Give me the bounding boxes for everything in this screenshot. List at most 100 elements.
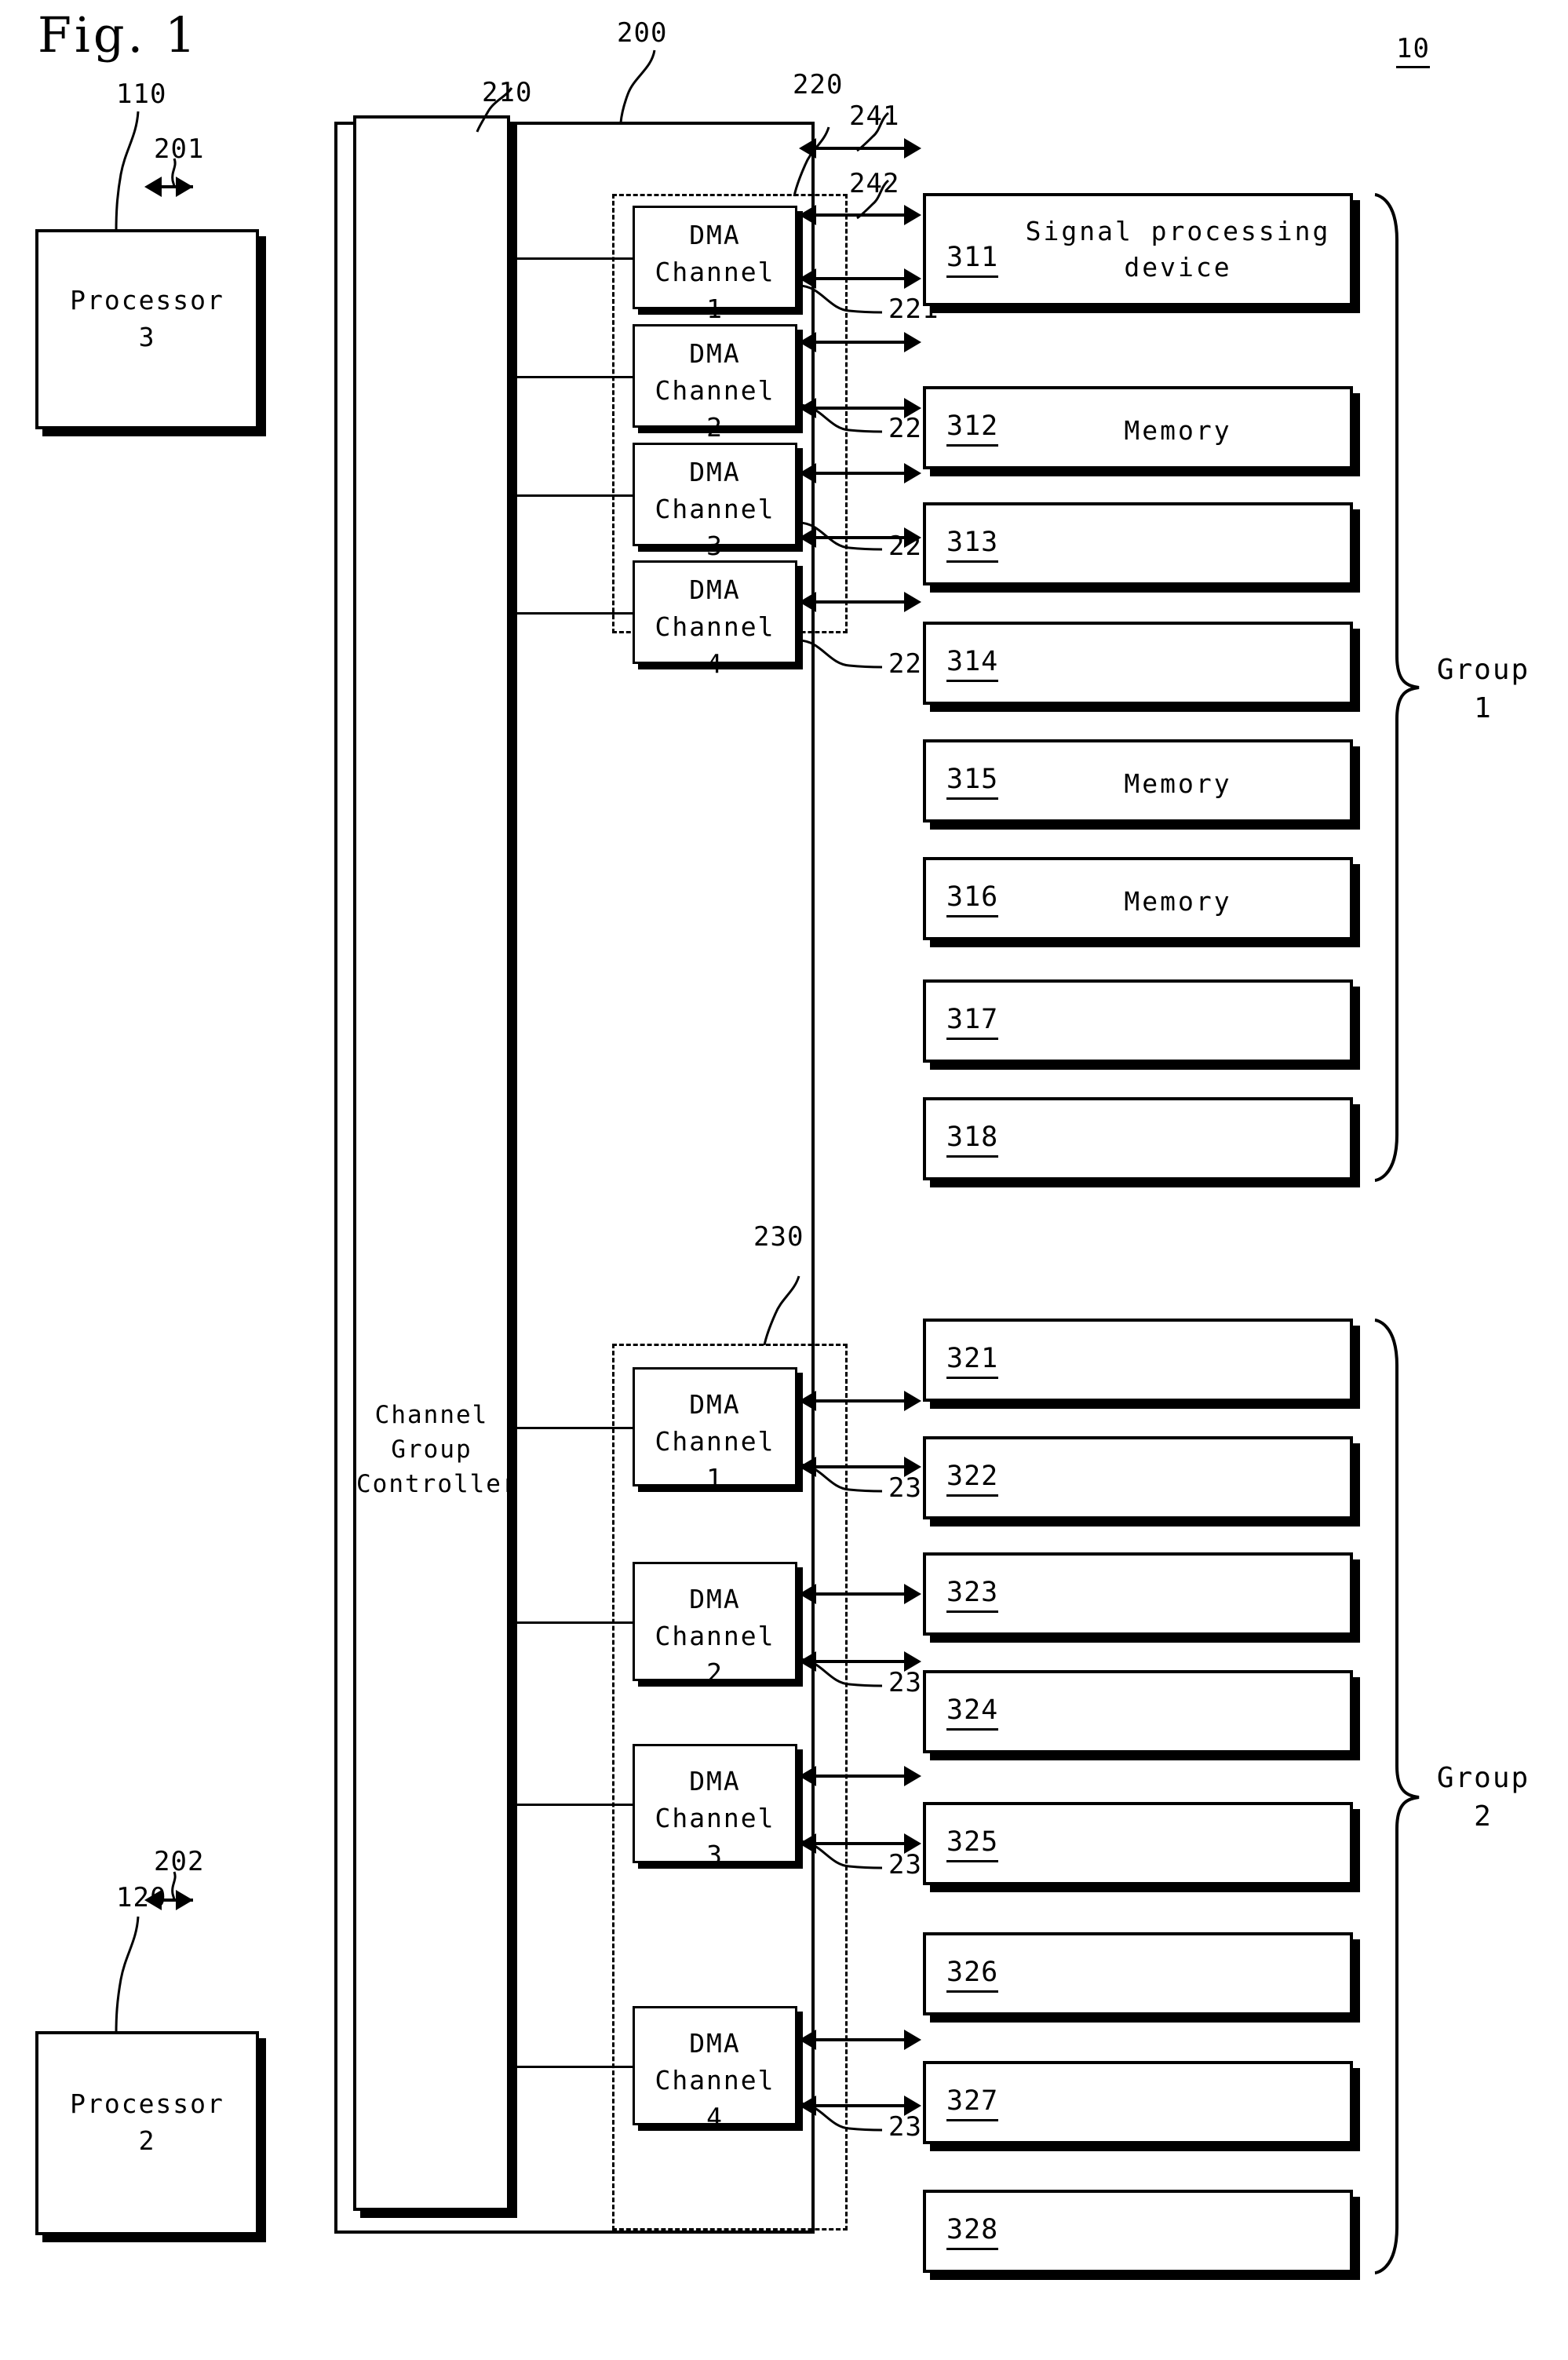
link-313-arrow-right [904, 268, 921, 289]
device-318-box: 318 [923, 1097, 1353, 1180]
device-317-box: 317 [923, 979, 1353, 1063]
device-325-ref: 325 [946, 1826, 999, 1862]
processor-3-box: Processor 3 [35, 229, 259, 429]
link-323-arrow-right [904, 1584, 921, 1604]
bus-201-arrow-left [144, 177, 162, 197]
device-316-ref: 316 [946, 881, 999, 917]
ref-230: 230 [753, 1221, 804, 1253]
link-316-line [815, 472, 909, 475]
ctrl-stub-1-3 [512, 494, 634, 497]
device-327-ref: 327 [946, 2085, 999, 2121]
device-313-ref: 313 [946, 527, 999, 563]
link-323-line [815, 1592, 909, 1596]
dma-channel-1-2-box: DMA Channel 2 [633, 324, 797, 443]
link-324-arrow-right [904, 1651, 921, 1672]
link-327-arrow-left [799, 2030, 816, 2050]
link-315-arrow-right [904, 398, 921, 418]
link-324-line [815, 1660, 909, 1663]
device-328-box: 328 [923, 2190, 1353, 2273]
link-322-line [815, 1465, 909, 1468]
dma-channel-1-3-box: DMA Channel 3 [633, 443, 797, 561]
device-315-label: Memory [1124, 768, 1232, 799]
device-324-ref: 324 [946, 1694, 999, 1731]
link-325-line [815, 1775, 909, 1778]
device-323-ref: 323 [946, 1577, 999, 1613]
link-326-line [815, 1842, 909, 1845]
device-315-box: 315 Memory [923, 739, 1353, 823]
ctrl-stub-2-3 [512, 1804, 634, 1806]
link-315-line [815, 407, 909, 410]
group-1-label: Group 1 [1436, 654, 1530, 724]
link-312-arrow-right [904, 205, 921, 225]
link-311-line [815, 147, 909, 150]
dma-channel-1-4-label: DMA Channel 4 [655, 574, 775, 679]
bus-202-arrow-left [144, 1890, 162, 1910]
link-316-arrow-right [904, 463, 921, 483]
link-323-arrow-left [799, 1584, 816, 1604]
device-322-ref: 322 [946, 1461, 999, 1497]
dma-channel-2-4-label: DMA Channel 4 [655, 2028, 775, 2132]
device-328-ref: 328 [946, 2214, 999, 2250]
dma-channel-2-3-label: DMA Channel 3 [655, 1766, 775, 1870]
link-324-arrow-left [799, 1651, 816, 1672]
link-318-arrow-right [904, 592, 921, 612]
device-311-box: 311 Signal processing device [923, 193, 1353, 306]
link-311-arrow-left [799, 138, 816, 159]
link-322-arrow-left [799, 1457, 816, 1477]
device-318-ref: 318 [946, 1122, 999, 1158]
link-312-line [815, 213, 909, 217]
link-328-line [815, 2104, 909, 2107]
device-315-ref: 315 [946, 764, 999, 800]
link-317-arrow-right [904, 527, 921, 548]
link-328-arrow-left [799, 2096, 816, 2116]
processor-3-label: Processor 3 [70, 285, 224, 352]
bus-202-arrow-right [176, 1890, 193, 1910]
processor-2-box: Processor 2 [35, 2031, 259, 2235]
device-314-ref: 314 [946, 646, 999, 682]
ctrl-stub-2-4 [512, 2066, 634, 2068]
link-314-line [815, 341, 909, 344]
ctrl-stub-1-1 [512, 257, 634, 260]
link-327-line [815, 2038, 909, 2041]
processor-2-label: Processor 2 [70, 2088, 224, 2156]
link-313-line [815, 277, 909, 280]
link-313-arrow-left [799, 268, 816, 289]
dma-channel-2-1-box: DMA Channel 1 [633, 1367, 797, 1494]
dma-channel-2-2-box: DMA Channel 2 [633, 1562, 797, 1688]
device-326-box: 326 [923, 1932, 1353, 2015]
channel-group-controller-box: Channel Group Controller [353, 115, 517, 2211]
ref-220: 220 [793, 69, 844, 100]
link-318-line [815, 600, 909, 604]
ref-242: 242 [849, 168, 900, 199]
device-316-label: Memory [1124, 886, 1232, 917]
ctrl-stub-1-2 [512, 376, 634, 378]
link-326-arrow-right [904, 1833, 921, 1854]
link-321-line [815, 1399, 909, 1403]
dma-channel-2-2-label: DMA Channel 2 [655, 1584, 775, 1688]
link-314-arrow-right [904, 332, 921, 352]
dma-channel-1-3-label: DMA Channel 3 [655, 457, 775, 561]
device-312-ref: 312 [946, 410, 999, 447]
dma-channel-1-4-box: DMA Channel 4 [633, 560, 797, 679]
device-321-ref: 321 [946, 1343, 999, 1379]
device-313-box: 313 [923, 502, 1353, 585]
device-311-label: Signal processing device [1025, 216, 1331, 283]
device-327-box: 327 [923, 2061, 1353, 2144]
link-316-arrow-left [799, 463, 816, 483]
link-314-arrow-left [799, 332, 816, 352]
bus-201-arrow-right [176, 177, 193, 197]
leader-200 [619, 49, 656, 123]
link-321-arrow-right [904, 1391, 921, 1411]
link-312-arrow-left [799, 205, 816, 225]
ref-210: 210 [482, 77, 533, 108]
ctrl-stub-2-2 [512, 1621, 634, 1624]
link-321-arrow-left [799, 1391, 816, 1411]
link-317-line [815, 536, 909, 539]
device-311-ref: 311 [946, 242, 999, 278]
device-312-label: Memory [1124, 415, 1232, 446]
link-318-arrow-left [799, 592, 816, 612]
system-ref-10: 10 [1396, 33, 1430, 68]
link-325-arrow-left [799, 1766, 816, 1786]
group-2-label: Group 2 [1436, 1762, 1530, 1833]
link-328-arrow-right [904, 2096, 921, 2116]
